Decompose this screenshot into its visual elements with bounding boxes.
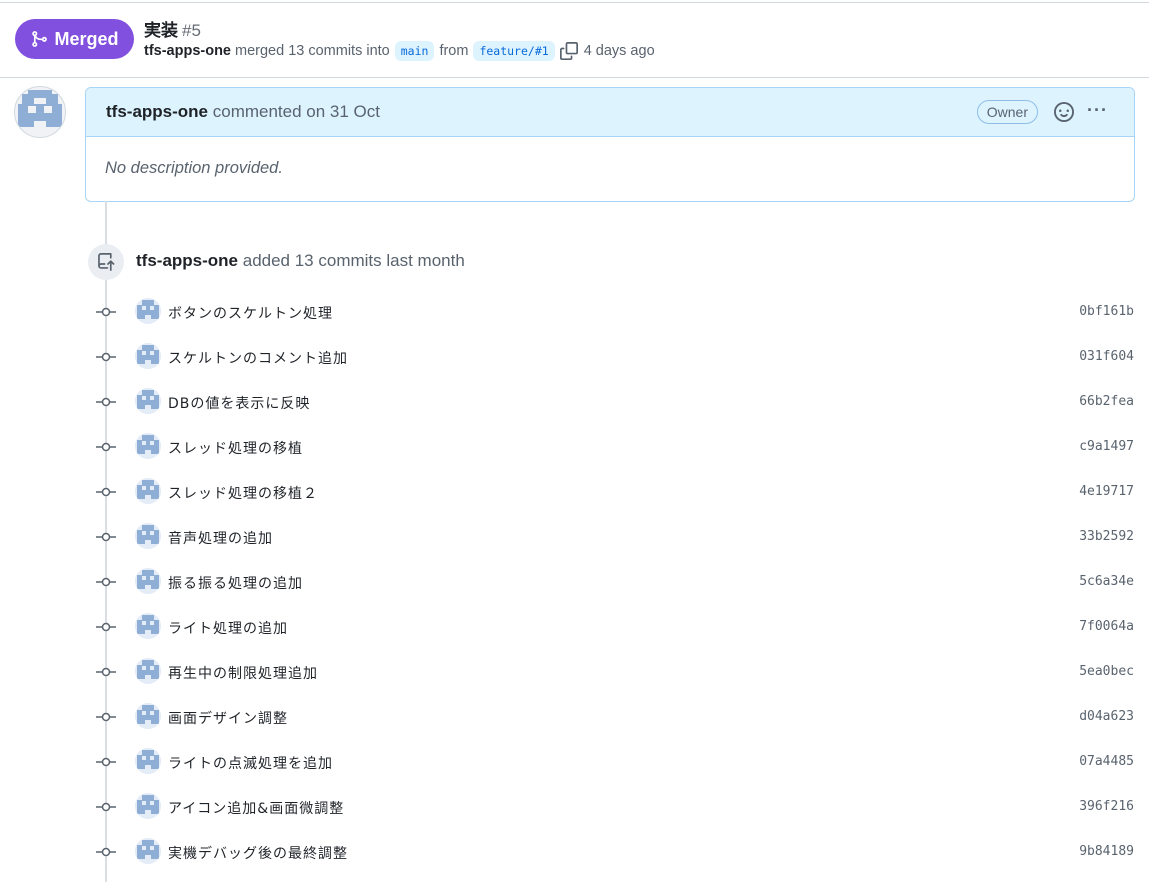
pr-title-text: 実装 xyxy=(144,21,178,40)
pr-author-link[interactable]: tfs-apps-one xyxy=(144,43,231,59)
event-author-link[interactable]: tfs-apps-one xyxy=(136,251,238,270)
git-commit-icon xyxy=(96,440,116,454)
commit-row: スレッド処理の移植２ 4e19717 xyxy=(0,477,1149,507)
event-description: added 13 commits last month xyxy=(242,251,465,270)
commit-row: 再生中の制限処理追加 5ea0bec xyxy=(0,657,1149,687)
git-commit-icon xyxy=(96,575,116,589)
git-merge-icon xyxy=(32,31,48,47)
commit-author-avatar[interactable] xyxy=(135,433,161,459)
commit-row: DBの値を表示に反映 66b2fea xyxy=(0,387,1149,417)
comment-header-text: tfs-apps-one commented on 31 Oct xyxy=(106,102,380,122)
commit-message-link[interactable]: スレッド処理の移植２ xyxy=(168,483,318,503)
commit-message-link[interactable]: 音声処理の追加 xyxy=(168,528,273,548)
commit-author-avatar[interactable] xyxy=(135,838,161,864)
commit-author-avatar[interactable] xyxy=(135,568,161,594)
pr-meta: tfs-apps-one merged 13 commits into main… xyxy=(144,41,655,61)
commit-row: 振る振る処理の追加 5c6a34e xyxy=(0,567,1149,597)
commit-author-avatar[interactable] xyxy=(135,388,161,414)
commit-author-avatar[interactable] xyxy=(135,343,161,369)
commit-sha-link[interactable]: 33b2592 xyxy=(1079,529,1134,544)
commit-author-avatar[interactable] xyxy=(135,748,161,774)
commit-row: ライトの点滅処理を追加 07a4485 xyxy=(0,747,1149,777)
commit-message-link[interactable]: ボタンのスケルトン処理 xyxy=(168,303,333,323)
commit-sha-link[interactable]: 9b84189 xyxy=(1079,844,1134,859)
git-commit-icon xyxy=(96,665,116,679)
git-commit-icon xyxy=(96,800,116,814)
commit-sha-link[interactable]: 66b2fea xyxy=(1079,394,1134,409)
commit-row: スケルトンのコメント追加 031f604 xyxy=(0,342,1149,372)
merged-label: Merged xyxy=(54,28,119,49)
git-commit-icon xyxy=(96,845,116,859)
commit-message-link[interactable]: 画面デザイン調整 xyxy=(168,708,288,728)
commit-row: 実機デバッグ後の最終調整 9b84189 xyxy=(0,837,1149,867)
commit-message-link[interactable]: 振る振る処理の追加 xyxy=(168,573,303,593)
commit-sha-link[interactable]: d04a623 xyxy=(1079,709,1134,724)
git-commit-icon xyxy=(96,620,116,634)
commit-message-link[interactable]: DBの値を表示に反映 xyxy=(168,393,310,413)
pr-time: 4 days ago xyxy=(583,43,655,59)
commit-message-link[interactable]: スケルトンのコメント追加 xyxy=(168,348,348,368)
git-commit-icon xyxy=(96,530,116,544)
head-branch-link[interactable]: feature/#1 xyxy=(473,41,555,61)
pr-number: #5 xyxy=(182,21,201,40)
commit-row: ライト処理の追加 7f0064a xyxy=(0,612,1149,642)
commit-sha-link[interactable]: 5c6a34e xyxy=(1079,574,1134,589)
commenter-avatar[interactable] xyxy=(14,86,66,138)
commit-author-avatar[interactable] xyxy=(135,658,161,684)
commit-sha-link[interactable]: 031f604 xyxy=(1079,349,1134,364)
kebab-icon[interactable]: ··· xyxy=(1087,100,1108,121)
git-commit-icon xyxy=(96,485,116,499)
commit-sha-link[interactable]: 0bf161b xyxy=(1079,304,1134,319)
pr-title: 実装 #5 xyxy=(144,16,201,41)
commit-sha-link[interactable]: 07a4485 xyxy=(1079,754,1134,769)
commit-author-avatar[interactable] xyxy=(135,523,161,549)
commit-author-avatar[interactable] xyxy=(135,298,161,324)
commit-sha-link[interactable]: 4e19717 xyxy=(1079,484,1134,499)
comment-header: tfs-apps-one commented on 31 Oct Owner ·… xyxy=(86,88,1134,137)
pr-header: Merged 実装 #5 tfs-apps-one merged 13 commi… xyxy=(0,0,1149,78)
merged-text: merged 13 commits into xyxy=(235,43,390,59)
comment-box: tfs-apps-one commented on 31 Oct Owner ·… xyxy=(85,87,1135,202)
commit-message-link[interactable]: アイコン追加&画面微調整 xyxy=(168,798,344,818)
comment-action[interactable]: commented on 31 Oct xyxy=(213,102,380,121)
commit-sha-link[interactable]: 396f216 xyxy=(1079,799,1134,814)
commit-sha-link[interactable]: 7f0064a xyxy=(1079,619,1134,634)
commit-author-avatar[interactable] xyxy=(135,613,161,639)
commit-message-link[interactable]: 再生中の制限処理追加 xyxy=(168,663,318,683)
commit-row: ボタンのスケルトン処理 0bf161b xyxy=(0,297,1149,327)
commit-author-avatar[interactable] xyxy=(135,703,161,729)
commit-sha-link[interactable]: 5ea0bec xyxy=(1079,664,1134,679)
commit-message-link[interactable]: ライト処理の追加 xyxy=(168,618,288,638)
git-commit-icon xyxy=(96,305,116,319)
comment-author-link[interactable]: tfs-apps-one xyxy=(106,102,208,121)
commit-row: 音声処理の追加 33b2592 xyxy=(0,522,1149,552)
commit-sha-link[interactable]: c9a1497 xyxy=(1079,439,1134,454)
git-commit-icon xyxy=(96,755,116,769)
copy-icon[interactable] xyxy=(559,42,578,60)
commit-message-link[interactable]: スレッド処理の移植 xyxy=(168,438,303,458)
repo-push-icon xyxy=(88,244,124,280)
commit-message-link[interactable]: ライトの点滅処理を追加 xyxy=(168,753,333,773)
from-text: from xyxy=(439,43,469,59)
commit-row: スレッド処理の移植 c9a1497 xyxy=(0,432,1149,462)
smiley-icon[interactable] xyxy=(1054,102,1074,122)
base-branch-link[interactable]: main xyxy=(394,41,435,61)
git-commit-icon xyxy=(96,710,116,724)
commit-author-avatar[interactable] xyxy=(135,793,161,819)
commit-message-link[interactable]: 実機デバッグ後の最終調整 xyxy=(168,843,348,863)
owner-badge: Owner xyxy=(976,100,1038,124)
commit-row: アイコン追加&画面微調整 396f216 xyxy=(0,792,1149,822)
event-text: tfs-apps-one added 13 commits last month xyxy=(136,251,465,271)
commit-row: 画面デザイン調整 d04a623 xyxy=(0,702,1149,732)
commit-author-avatar[interactable] xyxy=(135,478,161,504)
git-commit-icon xyxy=(96,350,116,364)
comment-body: No description provided. xyxy=(105,159,283,177)
git-commit-icon xyxy=(96,395,116,409)
merged-status-badge: Merged xyxy=(15,19,134,59)
